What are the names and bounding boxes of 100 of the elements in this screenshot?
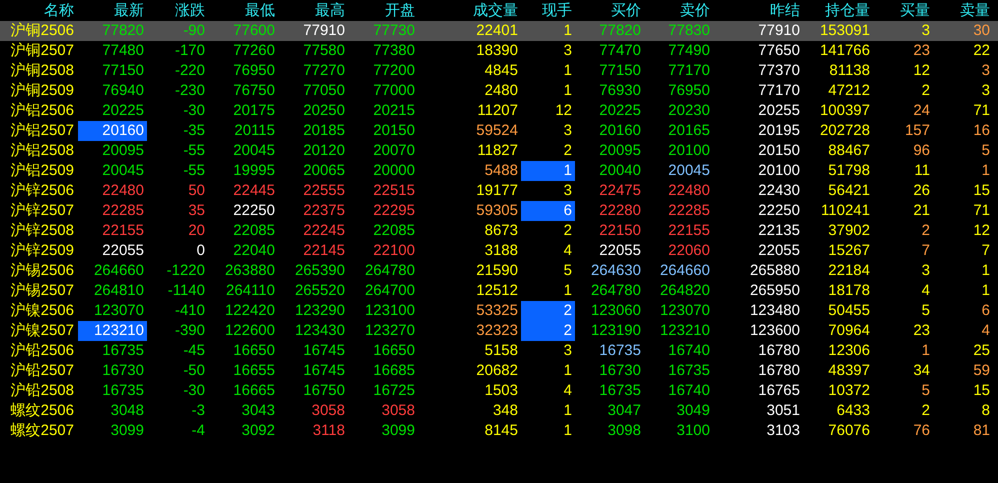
table-cell: 22401 [476, 22, 518, 40]
quote-row[interactable]: 沪锌2509 22055 0 22040 22145 22100 3188 4 22055 22060 22055 15267 7 7 [0, 241, 998, 261]
table-cell: 16750 [303, 382, 345, 400]
quote-row[interactable]: 沪锡2506 264660 -1220 263880 265390 264780 21590 5 264630 264660 265880 22184 3 1 [0, 261, 998, 281]
table-cell: 157 [904, 122, 930, 140]
table-cell: 20120 [303, 142, 345, 160]
table-cell: 22475 [599, 182, 641, 200]
quote-row[interactable]: 螺纹2506 3048 -3 3043 3058 3058 348 1 3047 3049 3051 6433 2 8 [0, 401, 998, 421]
table-cell: 77490 [668, 42, 710, 60]
table-cell: 18390 [476, 42, 518, 60]
table-cell: 3049 [676, 402, 710, 420]
table-cell: 23 [913, 42, 930, 60]
table-cell: 264780 [364, 262, 415, 280]
table-cell: 2 [564, 222, 572, 240]
table-cell: 22085 [373, 222, 415, 240]
table-cell: 4 [922, 282, 930, 300]
table-cell: 59305 [476, 202, 518, 220]
column-header: 现手 [542, 2, 572, 20]
contract-name: 沪铅2506 [10, 342, 74, 360]
table-cell: 123290 [294, 302, 345, 320]
quote-row[interactable]: 沪锌2507 22285 35 22250 22375 22295 59305 6 22280 22285 22250 110241 21 71 [0, 201, 998, 221]
table-cell: 123190 [590, 322, 641, 340]
table-cell: 71 [973, 102, 990, 120]
table-cell: 16740 [668, 382, 710, 400]
table-cell: 3 [564, 342, 572, 360]
table-cell: 3047 [608, 402, 641, 420]
table-cell: 20185 [303, 122, 345, 140]
quote-row[interactable]: 沪锌2508 22155 20 22085 22245 22085 8673 2 22150 22155 22135 37902 2 12 [0, 221, 998, 241]
table-cell: 77470 [599, 42, 641, 60]
quote-row[interactable]: 沪铝2507 20160 -35 20115 20185 20150 59524 3 20160 20165 20195 202728 157 16 [0, 121, 998, 141]
table-cell: 21590 [476, 262, 518, 280]
table-cell: 77380 [373, 42, 415, 60]
table-cell: 10372 [828, 382, 870, 400]
table-cell: 22085 [233, 222, 275, 240]
table-cell: 3188 [484, 242, 518, 260]
table-cell: 11207 [477, 102, 518, 120]
quote-row[interactable]: 沪铅2506 16735 -45 16650 16745 16650 5158 3 16735 16740 16780 12306 1 25 [0, 341, 998, 361]
table-cell: 22150 [599, 222, 641, 240]
table-cell: 1 [922, 342, 930, 360]
table-cell: 123070 [660, 302, 710, 320]
table-cell: 20040 [599, 162, 641, 180]
table-cell: 76 [913, 422, 930, 440]
column-header: 买价 [611, 2, 641, 20]
table-cell: 32323 [476, 322, 518, 340]
table-cell: 7 [982, 242, 990, 260]
quote-row[interactable]: 沪铅2508 16735 -30 16665 16750 16725 1503 4 16735 16740 16765 10372 5 15 [0, 381, 998, 401]
quote-row[interactable]: 沪铝2506 20225 -30 20175 20250 20215 11207 12 20225 20230 20255 100397 24 71 [0, 101, 998, 121]
table-cell: 20045 [668, 162, 710, 180]
quote-row[interactable]: 螺纹2507 3099 -4 3092 3118 3099 8145 1 3098 3100 3103 76076 76 81 [0, 421, 998, 441]
table-cell: 22184 [828, 262, 870, 280]
quote-row[interactable]: 沪镍2506 123070 -410 122420 123290 123100 53325 2 123060 123070 123480 50455 5 6 [0, 301, 998, 321]
quote-row[interactable]: 沪铅2507 16730 -50 16655 16745 16685 20682 1 16730 16735 16780 48397 34 59 [0, 361, 998, 381]
table-cell: 2 [564, 302, 572, 320]
contract-name: 沪锌2506 [10, 182, 74, 200]
table-cell: 77600 [233, 22, 275, 40]
table-cell: 20225 [102, 102, 144, 120]
quote-row[interactable]: 沪铝2508 20095 -55 20045 20120 20070 11827 2 20095 20100 20150 88467 96 5 [0, 141, 998, 161]
table-cell: 16780 [758, 342, 800, 360]
table-cell: 22555 [303, 182, 345, 200]
column-header: 最高 [315, 2, 345, 20]
table-cell: 20095 [102, 142, 144, 160]
table-cell: 12306 [828, 342, 870, 360]
table-cell: 81 [973, 422, 990, 440]
table-cell: 16730 [102, 362, 144, 380]
table-cell: 3 [982, 62, 990, 80]
table-cell: 1 [564, 422, 572, 440]
quote-row[interactable]: 沪铜2508 77150 -220 76950 77270 77200 4845 1 77150 77170 77370 81138 12 3 [0, 61, 998, 81]
column-header: 持仓量 [825, 2, 870, 20]
quote-row[interactable]: 沪铜2507 77480 -170 77260 77580 77380 18390 3 77470 77490 77650 141766 23 22 [0, 41, 998, 61]
contract-name: 沪铜2506 [10, 22, 74, 40]
table-cell: 3 [922, 262, 930, 280]
table-cell: 123270 [364, 322, 415, 340]
table-cell: 70964 [828, 322, 870, 340]
table-cell: 3043 [242, 402, 275, 420]
table-cell: 11 [914, 162, 930, 180]
table-cell: 20000 [373, 162, 415, 180]
table-cell: 12 [973, 222, 990, 240]
table-cell: 15 [973, 382, 990, 400]
contract-name: 沪铝2506 [10, 102, 74, 120]
table-cell: 141766 [820, 42, 870, 60]
table-cell: -1140 [168, 282, 205, 300]
table-cell: 100397 [820, 102, 870, 120]
quote-row[interactable]: 沪铜2509 76940 -230 76750 77050 77000 2480 1 76930 76950 77170 47212 2 3 [0, 81, 998, 101]
table-cell: 3103 [766, 422, 800, 440]
quote-row[interactable]: 沪锡2507 264810 -1140 264110 265520 264700 12512 1 264780 264820 265950 18178 4 1 [0, 281, 998, 301]
table-cell: 77650 [758, 42, 800, 60]
table-cell: 1 [564, 62, 572, 80]
quote-row[interactable]: 沪锌2506 22480 50 22445 22555 22515 19177 3 22475 22480 22430 56421 26 15 [0, 181, 998, 201]
table-cell: 3099 [382, 422, 415, 440]
table-cell: -170 [174, 42, 205, 60]
contract-name: 沪锌2508 [10, 222, 74, 240]
table-cell: 20095 [599, 142, 641, 160]
table-cell: 4 [564, 382, 572, 400]
table-cell: 265390 [294, 262, 345, 280]
quote-row[interactable]: 沪铝2509 20045 -55 19995 20065 20000 5488 1 20040 20045 20100 51798 11 1 [0, 161, 998, 181]
table-cell: 3 [564, 182, 572, 200]
quote-row[interactable]: 沪铜2506 77820 -90 77600 77910 77730 22401 1 77820 77830 77910 153091 3 30 [0, 21, 998, 41]
table-cell: 22250 [233, 202, 275, 220]
quote-row[interactable]: 沪镍2507 123210 -390 122600 123430 123270 32323 2 123190 123210 123600 70964 23 4 [0, 321, 998, 341]
table-cell: 20160 [102, 122, 144, 140]
